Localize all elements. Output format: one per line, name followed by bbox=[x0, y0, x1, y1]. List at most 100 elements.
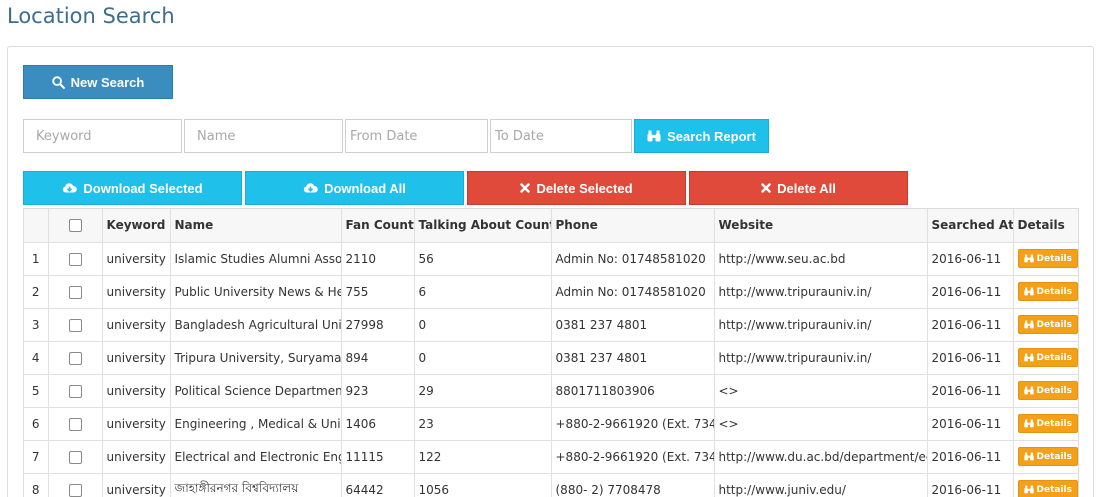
row-checkbox[interactable] bbox=[68, 450, 82, 464]
col-keyword-header: Keyword bbox=[102, 209, 171, 243]
row-select-cell bbox=[48, 473, 103, 497]
to-date-input[interactable] bbox=[490, 119, 632, 153]
row-checkbox[interactable] bbox=[68, 417, 82, 431]
row-index: 3 bbox=[24, 308, 49, 342]
table-body: 1universityIslamic Studies Alumni Associ… bbox=[24, 242, 1078, 497]
col-index-header bbox=[24, 209, 49, 243]
talking-about-cell: 23 bbox=[414, 407, 552, 441]
website-cell: <> bbox=[714, 407, 928, 441]
table-row: 4 universityTripura University, Suryamani… bbox=[24, 341, 1078, 375]
table-row: 5 university Political Science Department 9… bbox=[24, 374, 1078, 408]
row-select-cell bbox=[48, 440, 103, 474]
col-website-header: Website bbox=[714, 209, 928, 243]
search-report-button[interactable]: Search Report bbox=[634, 119, 769, 153]
details-cell: Details bbox=[1013, 440, 1078, 474]
row-select-cell bbox=[48, 374, 103, 408]
searched-at-cell: 2016-06-11 bbox=[927, 341, 1014, 375]
phone-cell: (880- 2) 7708478 bbox=[551, 473, 715, 497]
table-row: 6 universityEngineering , Medical & Unive… bbox=[24, 407, 1078, 441]
talking-about-cell: 0 bbox=[414, 341, 552, 375]
binoculars-icon bbox=[1023, 485, 1034, 494]
col-select-all-header bbox=[48, 209, 103, 243]
details-label: Details bbox=[1036, 286, 1072, 297]
phone-cell: 8801711803906 bbox=[551, 374, 715, 408]
fan-count-cell: 2110 bbox=[341, 242, 415, 276]
fan-count-cell: 923 bbox=[341, 374, 415, 408]
details-button[interactable]: Details bbox=[1017, 348, 1078, 367]
download-selected-button[interactable]: Download Selected bbox=[23, 171, 242, 205]
searched-at-cell: 2016-06-11 bbox=[927, 374, 1014, 408]
page-title: Location Search bbox=[7, 4, 175, 28]
cloud-download-icon bbox=[303, 182, 318, 194]
keyword-cell: university bbox=[102, 275, 171, 309]
fan-count-cell: 755 bbox=[341, 275, 415, 309]
details-cell: Details bbox=[1013, 341, 1078, 375]
website-cell: http://www.du.ac.bd/department/eee bbox=[714, 440, 928, 474]
searched-at-cell: 2016-06-11 bbox=[927, 308, 1014, 342]
details-label: Details bbox=[1036, 253, 1072, 264]
row-index: 8 bbox=[24, 473, 49, 497]
binoculars-icon bbox=[1023, 254, 1034, 263]
details-button[interactable]: Details bbox=[1017, 282, 1078, 301]
row-index: 6 bbox=[24, 407, 49, 441]
details-button[interactable]: Details bbox=[1017, 315, 1078, 334]
row-select-cell bbox=[48, 242, 103, 276]
searched-at-cell: 2016-06-11 bbox=[927, 275, 1014, 309]
name-input[interactable] bbox=[184, 119, 343, 153]
row-checkbox[interactable] bbox=[68, 318, 82, 332]
binoculars-icon bbox=[647, 130, 661, 142]
name-cell: Islamic Studies Alumni Association bbox=[170, 242, 342, 276]
keyword-input[interactable] bbox=[23, 119, 182, 153]
col-talking-about-header: Talking About Count bbox=[414, 209, 552, 243]
row-checkbox[interactable] bbox=[68, 351, 82, 365]
details-cell: Details bbox=[1013, 242, 1078, 276]
phone-cell: Admin No: 01748581020 bbox=[551, 275, 715, 309]
new-search-button[interactable]: New Search bbox=[23, 65, 173, 99]
details-label: Details bbox=[1036, 319, 1072, 330]
talking-about-cell: 1056 bbox=[414, 473, 552, 497]
from-date-input[interactable] bbox=[345, 119, 488, 153]
details-cell: Details bbox=[1013, 275, 1078, 309]
website-cell: http://www.tripurauniv.in/ bbox=[714, 341, 928, 375]
row-select-cell bbox=[48, 341, 103, 375]
website-cell: http://www.tripurauniv.in/ bbox=[714, 275, 928, 309]
fan-count-cell: 894 bbox=[341, 341, 415, 375]
details-button[interactable]: Details bbox=[1017, 381, 1078, 400]
download-all-label: Download All bbox=[324, 180, 406, 196]
name-cell: Engineering , Medical & University bbox=[170, 407, 342, 441]
delete-selected-label: Delete Selected bbox=[536, 180, 633, 196]
website-cell: http://www.tripurauniv.in/ bbox=[714, 308, 928, 342]
delete-selected-button[interactable]: Delete Selected bbox=[467, 171, 686, 205]
row-checkbox[interactable] bbox=[68, 252, 82, 266]
fan-count-cell: 27998 bbox=[341, 308, 415, 342]
phone-cell: 0381 237 4801 bbox=[551, 308, 715, 342]
keyword-cell: university bbox=[102, 242, 171, 276]
fan-count-cell: 1406 bbox=[341, 407, 415, 441]
talking-about-cell: 122 bbox=[414, 440, 552, 474]
close-icon bbox=[520, 183, 531, 193]
website-cell: <> bbox=[714, 374, 928, 408]
row-select-cell bbox=[48, 308, 103, 342]
col-searched-at-header: Searched At bbox=[927, 209, 1014, 243]
search-report-label: Search Report bbox=[667, 128, 756, 144]
details-button[interactable]: Details bbox=[1017, 414, 1078, 433]
select-all-checkbox[interactable] bbox=[68, 219, 82, 233]
cloud-download-icon bbox=[62, 182, 78, 194]
details-button[interactable]: Details bbox=[1017, 249, 1078, 268]
row-checkbox[interactable] bbox=[68, 384, 82, 398]
details-button[interactable]: Details bbox=[1017, 447, 1078, 466]
row-checkbox[interactable] bbox=[68, 285, 82, 299]
delete-all-button[interactable]: Delete All bbox=[689, 171, 908, 205]
details-label: Details bbox=[1036, 484, 1072, 495]
details-button[interactable]: Details bbox=[1017, 480, 1078, 497]
table-row: 2 university Public University News & Help… bbox=[24, 275, 1078, 309]
talking-about-cell: 0 bbox=[414, 308, 552, 342]
new-search-label: New Search bbox=[70, 74, 145, 90]
row-index: 7 bbox=[24, 440, 49, 474]
row-checkbox[interactable] bbox=[68, 483, 82, 497]
binoculars-icon bbox=[1023, 419, 1034, 428]
website-cell: http://www.seu.ac.bd bbox=[714, 242, 928, 276]
keyword-cell: university bbox=[102, 374, 171, 408]
download-all-button[interactable]: Download All bbox=[245, 171, 464, 205]
binoculars-icon bbox=[1023, 320, 1034, 329]
